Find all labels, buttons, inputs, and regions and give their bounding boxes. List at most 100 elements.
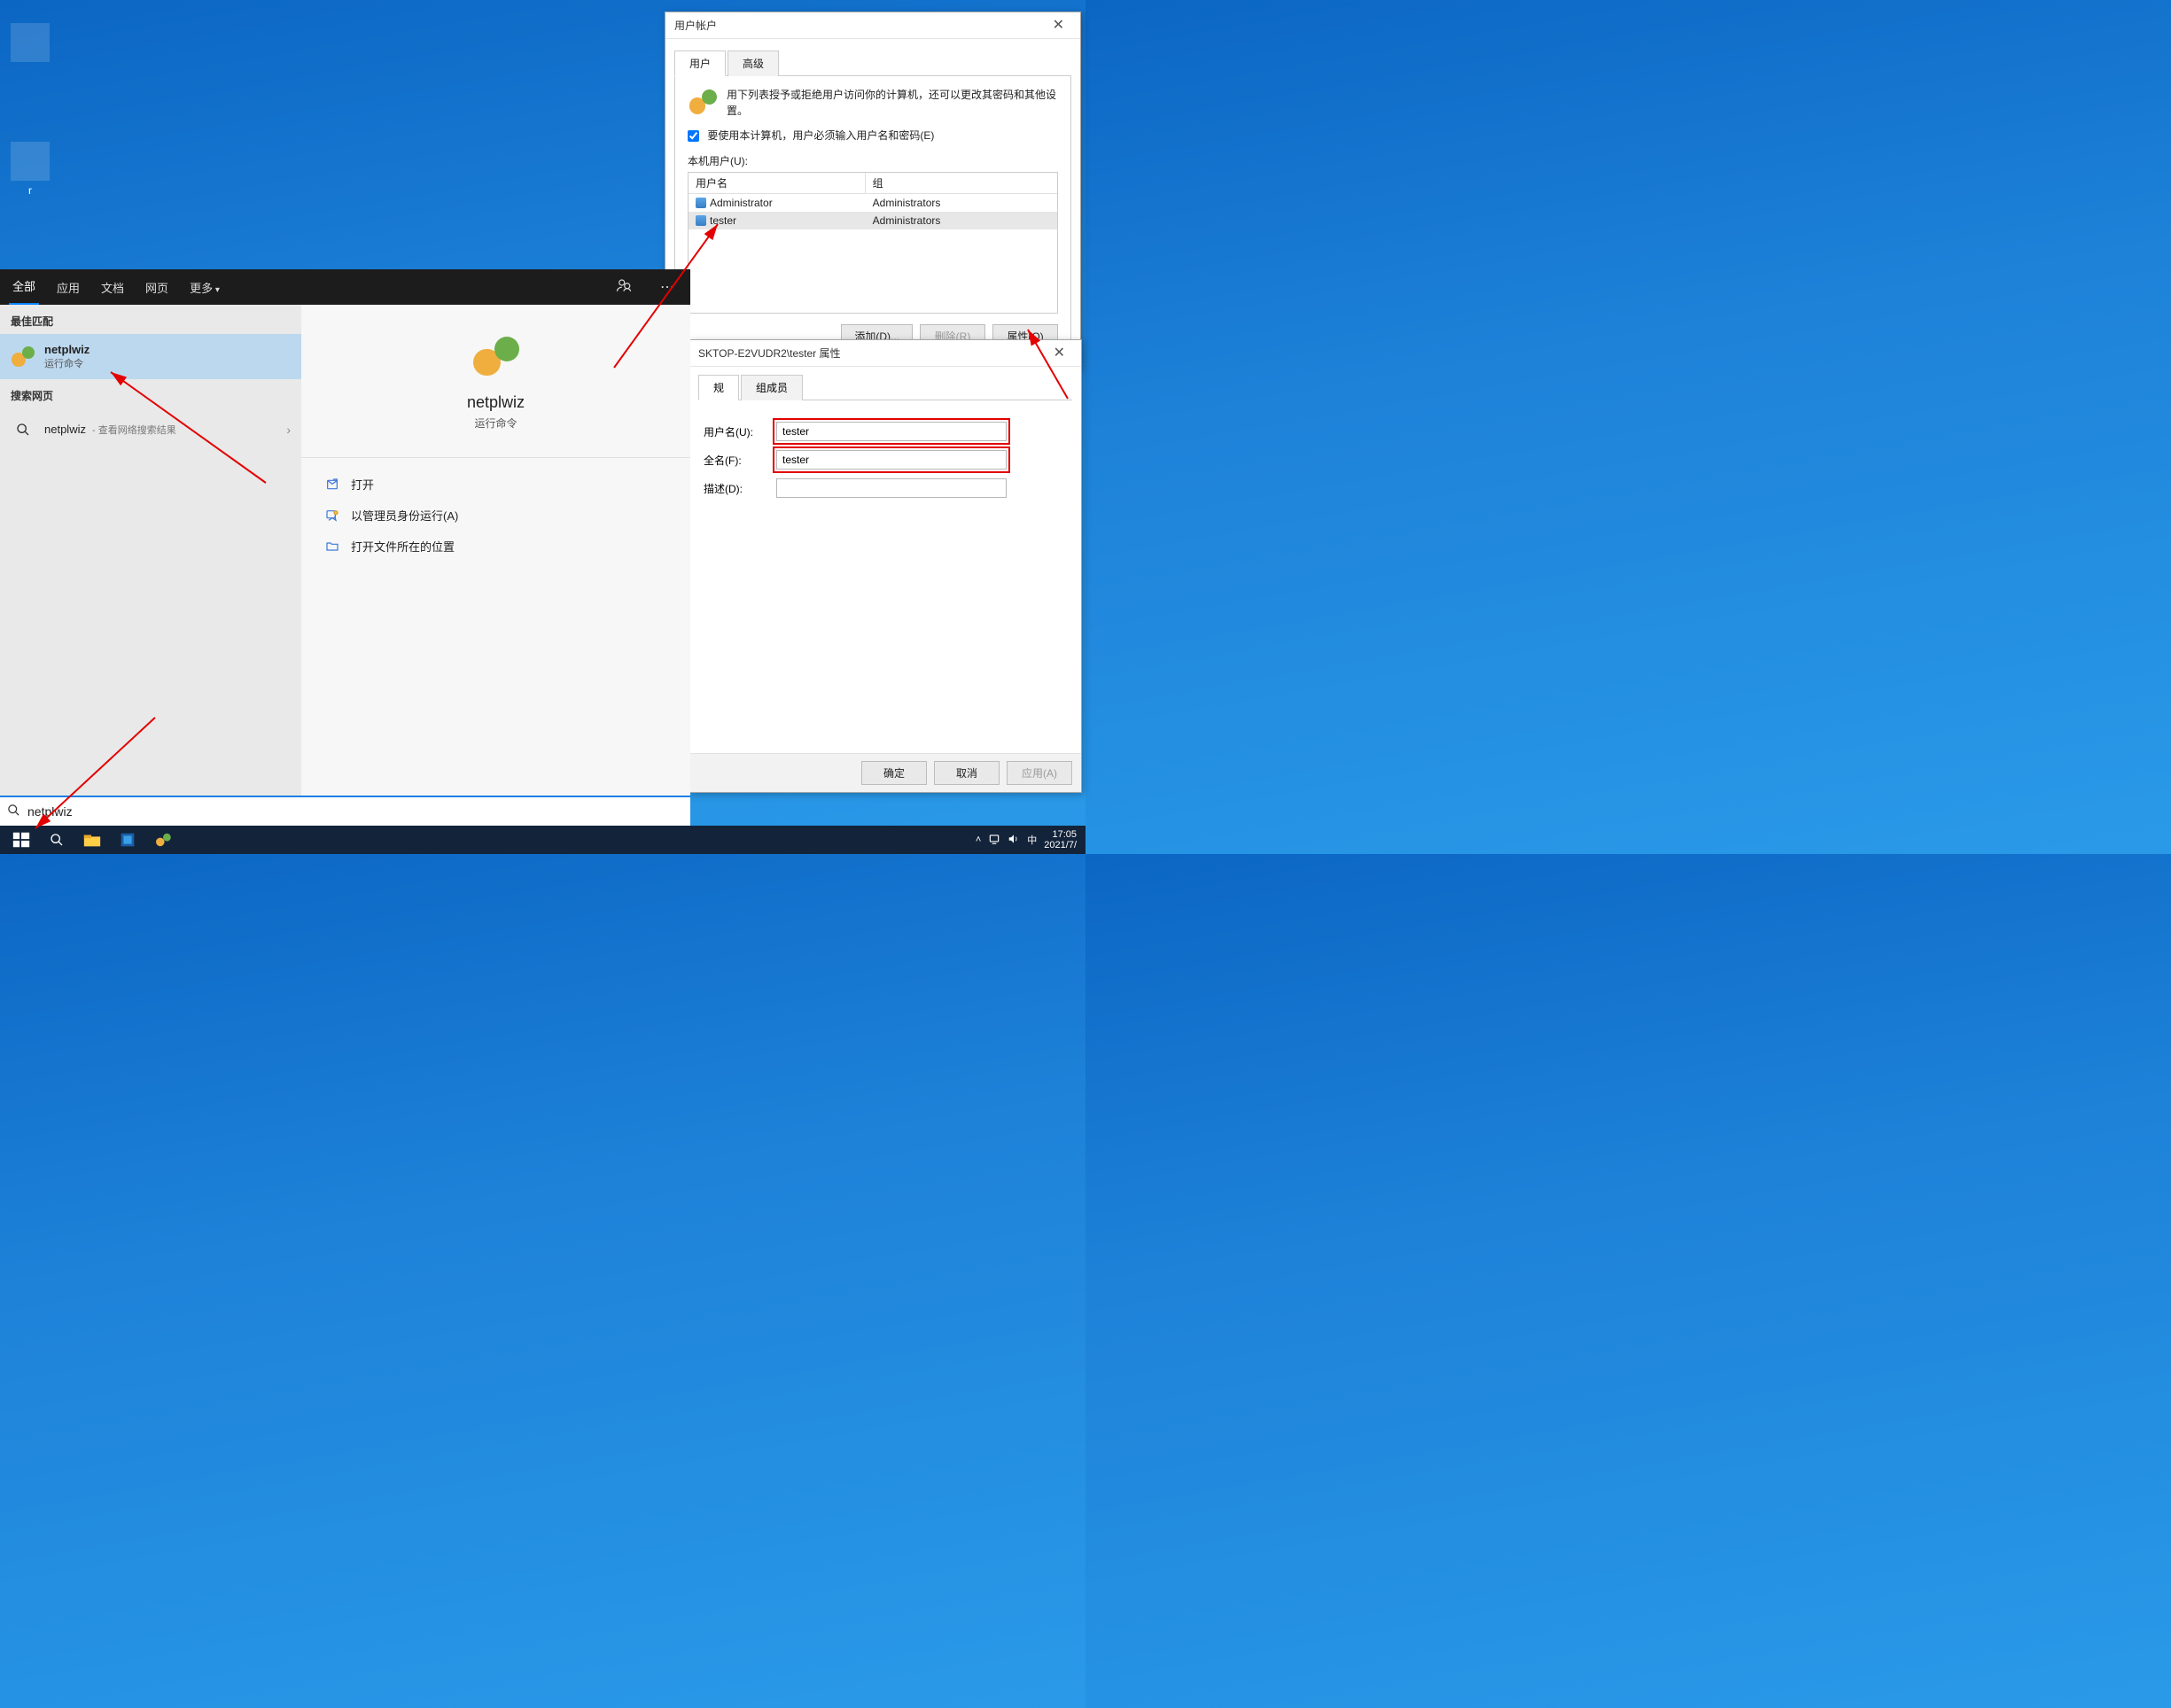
- recycle-bin-icon: [11, 23, 50, 62]
- action-open-location[interactable]: 打开文件所在的位置: [319, 531, 673, 562]
- ime-indicator[interactable]: 中: [1027, 833, 1037, 847]
- tab-web[interactable]: 网页: [142, 270, 172, 305]
- action-label: 以管理员身份运行(A): [351, 507, 458, 524]
- action-label: 打开: [351, 476, 374, 493]
- user-icon: [696, 215, 706, 226]
- feedback-icon[interactable]: [609, 274, 639, 301]
- folder-icon: [11, 142, 50, 181]
- start-search-flyout: 全部 应用 文档 网页 更多 ⋯ 最佳匹配 netplwiz 运行命令 搜索网页: [0, 269, 690, 826]
- desktop-icon-label: r: [28, 184, 32, 197]
- search-icon: [50, 833, 64, 847]
- open-icon: [324, 477, 340, 493]
- action-label: 打开文件所在的位置: [351, 538, 455, 555]
- taskbar-search-button[interactable]: [39, 826, 74, 854]
- search-input[interactable]: [27, 804, 683, 819]
- dialog-titlebar[interactable]: SKTOP-E2VUDR2\tester 属性 ✕: [689, 340, 1081, 367]
- tab-general[interactable]: 规: [698, 375, 739, 400]
- clock[interactable]: 17:05 2021/7/: [1044, 829, 1077, 850]
- require-login-label: 要使用本计算机，用户必须输入用户名和密码(E): [707, 129, 934, 142]
- shield-icon: [324, 508, 340, 524]
- description-field[interactable]: [776, 478, 1007, 498]
- taskbar: ˄ 中 17:05 2021/7/: [0, 826, 1086, 854]
- dialog-description: 用下列表授予或拒绝用户访问你的计算机，还可以更改其密码和其他设置。: [727, 87, 1058, 119]
- tab-advanced[interactable]: 高级: [728, 50, 779, 76]
- search-box[interactable]: [0, 796, 690, 826]
- folder-icon: [324, 539, 340, 555]
- action-open[interactable]: 打开: [319, 469, 673, 500]
- network-icon[interactable]: [988, 833, 1000, 848]
- tab-documents[interactable]: 文档: [97, 270, 128, 305]
- tab-membership[interactable]: 组成员: [741, 375, 803, 400]
- netplwiz-icon: [471, 331, 521, 381]
- app-icon: [118, 830, 137, 850]
- require-login-checkbox-input[interactable]: [688, 130, 699, 142]
- taskbar-app-1[interactable]: [110, 826, 145, 854]
- user-group: Administrators: [873, 214, 941, 227]
- user-row[interactable]: tester Administrators: [689, 212, 1057, 229]
- chevron-right-icon: ›: [286, 423, 291, 437]
- username-label: 用户名(U):: [704, 424, 767, 439]
- folder-icon: [82, 830, 102, 850]
- result-title: netplwiz: [44, 343, 89, 356]
- fullname-label: 全名(F):: [704, 453, 767, 468]
- user-accounts-dialog: 用户帐户 ✕ 用户 高级 用下列表授予或拒绝用户访问你的计算机，还可以更改其密码…: [665, 12, 1081, 369]
- best-match-item[interactable]: netplwiz 运行命令: [0, 334, 301, 379]
- user-row[interactable]: Administrator Administrators: [689, 194, 1057, 212]
- search-scope-tabs: 全部 应用 文档 网页 更多 ⋯: [0, 269, 690, 305]
- users-list-label: 本机用户(U):: [688, 153, 1058, 168]
- search-results-list: 最佳匹配 netplwiz 运行命令 搜索网页 netplwiz - 查看网络搜…: [0, 305, 301, 796]
- taskbar-app-2[interactable]: [145, 826, 181, 854]
- dialog-title: SKTOP-E2VUDR2\tester 属性: [698, 340, 841, 367]
- volume-icon[interactable]: [1008, 833, 1020, 848]
- start-button[interactable]: [4, 826, 39, 854]
- windows-icon: [12, 830, 31, 850]
- ok-button[interactable]: 确定: [861, 761, 927, 785]
- web-search-item[interactable]: netplwiz - 查看网络搜索结果 ›: [0, 408, 301, 451]
- column-header-username[interactable]: 用户名: [689, 173, 866, 193]
- more-options-icon[interactable]: ⋯: [653, 275, 681, 299]
- require-login-checkbox[interactable]: 要使用本计算机，用户必须输入用户名和密码(E): [688, 129, 934, 142]
- tray-chevron-up-icon[interactable]: ˄: [976, 835, 981, 845]
- taskbar-explorer[interactable]: [74, 826, 110, 854]
- users-icon: [688, 87, 718, 117]
- cancel-button[interactable]: 取消: [934, 761, 1000, 785]
- tab-more[interactable]: 更多: [186, 270, 223, 305]
- user-name: tester: [710, 214, 736, 227]
- tab-apps[interactable]: 应用: [53, 270, 83, 305]
- preview-title: netplwiz: [319, 393, 673, 412]
- desktop-icon[interactable]: [4, 23, 57, 66]
- clock-time: 17:05: [1044, 829, 1077, 840]
- search-icon: [11, 417, 35, 442]
- description-label: 描述(D):: [704, 481, 767, 496]
- close-icon[interactable]: ✕: [1047, 340, 1072, 367]
- search-preview-pane: netplwiz 运行命令 打开 以管理员身份运行(A): [301, 305, 690, 796]
- section-search-web: 搜索网页: [0, 379, 301, 408]
- desktop-icon[interactable]: r: [4, 142, 57, 197]
- clock-date: 2021/7/: [1044, 840, 1077, 850]
- close-icon[interactable]: ✕: [1046, 12, 1071, 39]
- dialog-title: 用户帐户: [674, 12, 717, 39]
- user-properties-dialog: SKTOP-E2VUDR2\tester 属性 ✕ 规 组成员 用户名(U): …: [689, 339, 1082, 793]
- user-icon: [696, 198, 706, 208]
- web-term: netplwiz: [44, 423, 86, 436]
- user-name: Administrator: [710, 197, 773, 209]
- dialog-titlebar[interactable]: 用户帐户 ✕: [665, 12, 1080, 39]
- preview-subtitle: 运行命令: [319, 415, 673, 431]
- section-best-match: 最佳匹配: [0, 305, 301, 334]
- netplwiz-icon: [11, 345, 35, 369]
- column-header-group[interactable]: 组: [866, 173, 1057, 193]
- search-icon: [7, 804, 20, 820]
- username-field[interactable]: [776, 422, 1007, 441]
- web-suffix: - 查看网络搜索结果: [89, 425, 176, 436]
- fullname-field[interactable]: [776, 450, 1007, 470]
- system-tray[interactable]: ˄ 中 17:05 2021/7/: [976, 829, 1082, 850]
- users-icon: [155, 832, 171, 848]
- users-list[interactable]: 用户名 组 Administrator Administrators teste…: [688, 172, 1058, 314]
- tab-users[interactable]: 用户: [674, 50, 726, 76]
- result-subtitle: 运行命令: [44, 356, 89, 370]
- tab-all[interactable]: 全部: [9, 268, 39, 306]
- action-run-as-admin[interactable]: 以管理员身份运行(A): [319, 500, 673, 531]
- tabstrip: 用户 高级: [674, 50, 1071, 76]
- user-group: Administrators: [873, 197, 941, 209]
- apply-button[interactable]: 应用(A): [1007, 761, 1072, 785]
